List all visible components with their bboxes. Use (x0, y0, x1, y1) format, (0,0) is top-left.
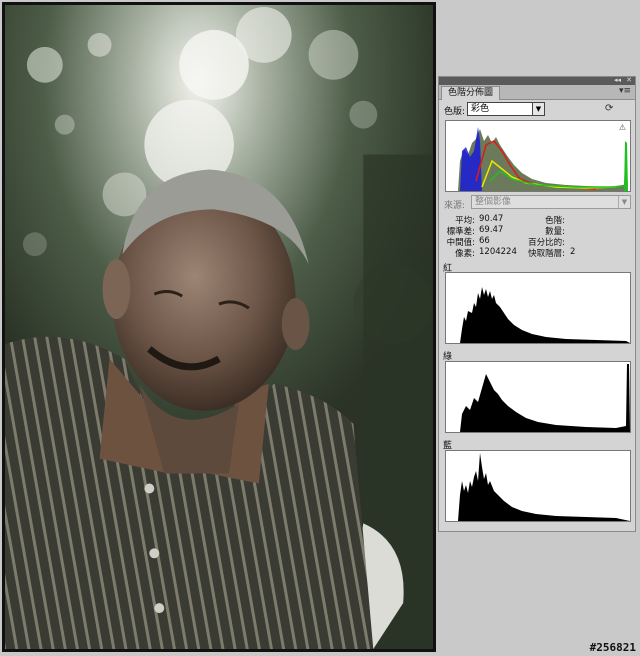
pixels-label: 像素: (455, 249, 475, 259)
source-select-value: 整個影像 (475, 197, 512, 207)
color-histogram-graph (446, 127, 628, 191)
channel-label: 色版: (444, 107, 466, 117)
blue-histogram-graph (446, 453, 630, 521)
green-histogram (445, 361, 631, 433)
channel-select[interactable]: 彩色 ▼ (467, 102, 545, 116)
refresh-icon[interactable]: ⟳ (605, 103, 613, 114)
source-label: 來源: (444, 201, 466, 211)
panel-title-bar[interactable]: ◂◂ ✕ (439, 76, 635, 85)
median-value: 66 (479, 236, 490, 246)
statistics-block: 平均: 90.47 色階: 標準差: 69.47 數量: 中間值: 66 百分比… (439, 212, 637, 259)
panel-tab-row: 色階分佈圖 ▾≡ (439, 85, 635, 100)
red-histogram (445, 272, 631, 344)
menu-icon[interactable]: ▾≡ (619, 86, 631, 96)
histogram-panel: ◂◂ ✕ 色階分佈圖 ▾≡ 色版: 彩色 ▼ ⟳ ⚠ 來源: 整個影像 ▼ 平均… (438, 76, 636, 532)
photo-canvas (2, 2, 436, 652)
warning-icon: ⚠ (618, 123, 626, 132)
stddev-value: 69.47 (479, 225, 504, 235)
cache-level-label: 快取階層: (528, 249, 565, 259)
chevron-down-icon[interactable]: ▼ (618, 196, 630, 208)
chevron-down-icon[interactable]: ▼ (532, 103, 544, 115)
double-arrow-icon[interactable]: ◂◂ (614, 76, 621, 85)
red-histogram-graph (446, 287, 630, 343)
close-icon[interactable]: ✕ (626, 76, 632, 85)
source-select[interactable]: 整個影像 ▼ (471, 195, 631, 209)
blue-histogram (445, 450, 631, 522)
cache-level-value: 2 (570, 247, 576, 257)
watermark-id: #256821 (589, 641, 636, 654)
mean-value: 90.47 (479, 214, 504, 224)
color-histogram: ⚠ (445, 120, 631, 192)
tab-histogram[interactable]: 色階分佈圖 (441, 86, 501, 100)
channel-select-value: 彩色 (471, 104, 490, 114)
green-histogram-graph (446, 364, 630, 432)
portrait-photo (5, 5, 433, 649)
